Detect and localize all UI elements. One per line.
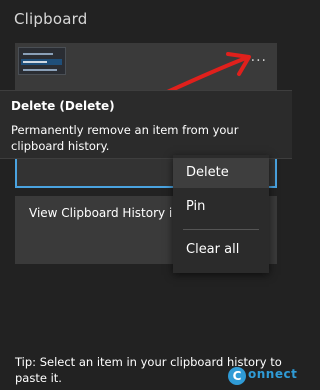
menu-item-pin[interactable]: Pin <box>173 192 269 222</box>
item-thumbnail <box>18 47 66 75</box>
menu-item-delete[interactable]: Delete <box>173 158 269 188</box>
tooltip-title: Delete (Delete) <box>11 99 115 113</box>
panel-title: Clipboard <box>14 10 88 28</box>
menu-separator <box>183 229 259 230</box>
tooltip-body: Permanently remove an item from your cli… <box>11 123 239 153</box>
logo-text: onnect <box>248 367 298 381</box>
watermark-logo: C onnect <box>228 366 297 388</box>
more-options-icon[interactable]: ... <box>251 49 267 65</box>
logo-badge-icon: C <box>228 367 246 385</box>
thumbnail-line <box>23 53 53 55</box>
thumbnail-line <box>23 61 47 63</box>
tooltip: Delete (Delete) Permanently remove an it… <box>0 90 292 159</box>
context-menu: Delete Pin Clear all <box>173 155 269 273</box>
clipboard-item-image[interactable]: ... <box>15 43 277 95</box>
thumbnail-line <box>23 69 57 71</box>
clipboard-item-text-content: View Clipboard History in W <box>29 206 185 220</box>
menu-item-clear-all[interactable]: Clear all <box>173 235 269 265</box>
